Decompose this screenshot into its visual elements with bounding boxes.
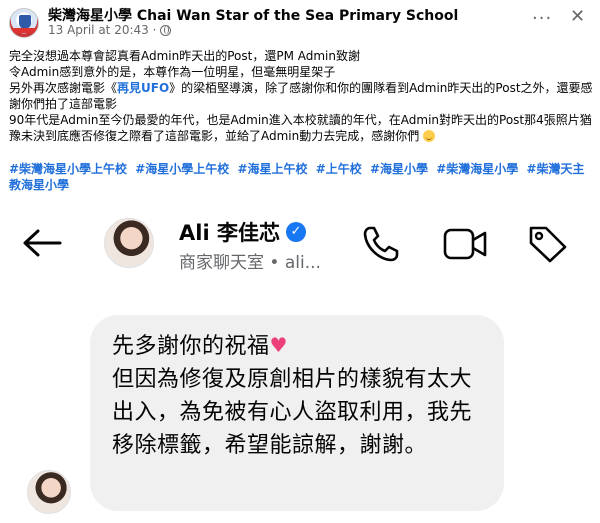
close-icon[interactable]: ✕ <box>570 8 585 26</box>
post-date[interactable]: 13 April at 20:43 · <box>48 23 156 37</box>
hashtag-link[interactable]: #海星上午校 <box>238 162 308 176</box>
post-line: 完全沒想過本尊會認真看Admin昨天出的Post，還PM Admin致謝 <box>9 49 361 63</box>
post-line: 另外再次感謝電影《再見UFO》的梁栢堅導演，除了感謝你和你的團隊看到Admin昨… <box>9 80 593 112</box>
pink-heart-icon: ♥ <box>269 333 288 357</box>
crest-icon <box>19 15 31 29</box>
phone-icon[interactable] <box>362 225 400 263</box>
contact-avatar[interactable] <box>104 218 154 268</box>
post-body: 完全沒想過本尊會認真看Admin昨天出的Post，還PM Admin致謝 令Ad… <box>9 48 593 144</box>
message-line: 先多謝你的祝福 <box>112 334 270 359</box>
hashtag-list: #柴灣海星小學上午校 #海星小學上午校 #海星上午校 #上午校 #海星小學 #柴… <box>9 161 593 193</box>
message-bubble[interactable]: 先多謝你的祝福♥ 但因為修復及原創相片的樣貌有太大出入，為免被有心人盜取利用，我… <box>90 315 504 511</box>
post-text: 另外再次感謝電影《 <box>9 81 118 95</box>
sender-avatar[interactable] <box>27 470 71 514</box>
facebook-post: 柴灣海星小學 Chai Wan Star of the Sea Primary … <box>0 0 600 205</box>
messenger-screenshot: Ali 李佳芯 ✓ 商家聊天室 • ali... 先多謝你的祝福♥ 但因為修復及… <box>0 205 600 523</box>
post-meta: 13 April at 20:43 · <box>48 23 172 37</box>
contact-name[interactable]: Ali 李佳芯 <box>179 217 280 247</box>
post-text: 90年代是Admin至今仍最愛的年代，也是Admin進入本校就讀的年代，在Adm… <box>9 113 592 143</box>
post-line: 90年代是Admin至今仍最愛的年代，也是Admin進入本校就讀的年代，在Adm… <box>9 112 593 144</box>
hashtag-link[interactable]: #柴灣海星小學 <box>436 162 518 176</box>
contact-name-row: Ali 李佳芯 ✓ <box>179 217 306 247</box>
page-name-link[interactable]: 柴灣海星小學 Chai Wan Star of the Sea Primary … <box>48 5 458 25</box>
tag-icon[interactable] <box>527 223 569 263</box>
contact-subtitle: 商家聊天室 • ali... <box>179 253 321 273</box>
school-logo-avatar[interactable] <box>9 8 39 38</box>
movie-link[interactable]: 再見UFO <box>117 81 169 95</box>
hashtag-link[interactable]: #柴灣海星小學上午校 <box>9 162 127 176</box>
video-camera-icon[interactable] <box>443 225 487 263</box>
smile-emoji-icon <box>423 130 436 142</box>
hashtag-link[interactable]: #海星小學上午校 <box>135 162 229 176</box>
ribbon-icon <box>13 28 37 33</box>
back-arrow-icon[interactable] <box>22 228 62 258</box>
more-options-icon[interactable]: ··· <box>532 10 552 28</box>
verified-badge-icon: ✓ <box>285 222 306 242</box>
hashtag-link[interactable]: #海星小學 <box>370 162 428 176</box>
message-line: 但因為修復及原創相片的樣貌有太大出入，為免被有心人盜取利用，我先移除標籤，希望能… <box>112 367 473 458</box>
globe-icon <box>160 24 172 36</box>
message-text: 先多謝你的祝福♥ 但因為修復及原創相片的樣貌有太大出入，為免被有心人盜取利用，我… <box>112 329 486 462</box>
hashtag-link[interactable]: #上午校 <box>316 162 362 176</box>
post-line: 令Admin感到意外的是，本尊作為一位明星，但毫無明星架子 <box>9 65 336 79</box>
